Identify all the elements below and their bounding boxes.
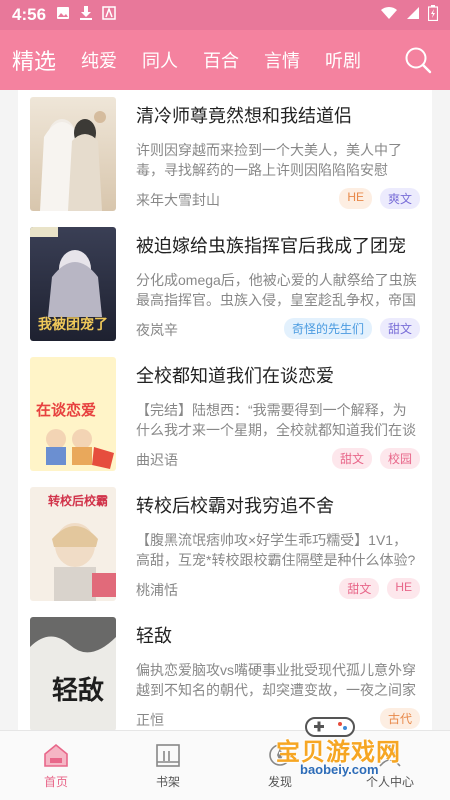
cover-text: 转校后校霸	[48, 493, 108, 508]
watermark: 宝贝游戏网 baobeiy.com	[270, 717, 420, 788]
search-icon[interactable]	[404, 46, 432, 74]
book-item[interactable]: 我被团宠了 被迫嫁给虫族指挥官后我成了团宠 分化成omega后，他被心爱的人献祭…	[18, 220, 432, 350]
tab-bl[interactable]: 纯爱	[81, 47, 117, 73]
cover-text: 我被团宠了	[38, 316, 108, 333]
app-notification-icon	[102, 5, 116, 25]
tab-romance[interactable]: 言情	[264, 47, 300, 73]
book-tag: 爽文	[379, 188, 420, 209]
book-list: 清冷师尊竟然想和我结道侣 许则因穿越而来捡到一个大美人，美人中了毒，寻找解药的一…	[18, 90, 432, 730]
book-tag: 奇怪的先生们	[283, 318, 372, 339]
book-tag: 甜文	[339, 578, 380, 599]
category-tab-bar: 精选 纯爱 同人 百合 言情 听剧	[0, 30, 450, 90]
image-notification-icon	[56, 6, 70, 25]
wifi-icon	[380, 6, 398, 25]
status-time: 4:56	[12, 5, 47, 24]
book-description: 偏执恋爱脑攻vs嘴硬事业批受现代孤儿意外穿越到不知名的朝代，却突遭变故，一夜之间…	[136, 662, 416, 698]
book-tag: HE	[387, 578, 420, 599]
book-item[interactable]: 清冷师尊竟然想和我结道侣 许则因穿越而来捡到一个大美人，美人中了毒，寻找解药的一…	[18, 90, 432, 220]
tab-fanfic[interactable]: 同人	[142, 47, 178, 73]
nav-bookshelf[interactable]: 书架	[128, 741, 208, 790]
nav-home[interactable]: 首页	[16, 741, 96, 790]
book-title[interactable]: 转校后校霸对我穷追不舍	[136, 492, 334, 518]
book-cover[interactable]: 转校后校霸	[30, 487, 116, 601]
book-item[interactable]: 在谈恋爱 全校都知道我们在谈恋爱 【完结】陆想西：“我需要得到一个解释，为什么我…	[18, 350, 432, 480]
cover-text: 轻敌	[52, 676, 104, 706]
book-tag: 甜文	[379, 318, 420, 339]
book-item[interactable]: 转校后校霸 转校后校霸对我穷追不舍 【腹黑流氓痞帅攻×好学生乖巧糯受】1V1，高…	[18, 480, 432, 610]
bookshelf-icon	[154, 741, 182, 769]
book-title[interactable]: 清冷师尊竟然想和我结道侣	[136, 102, 352, 128]
tab-gl[interactable]: 百合	[203, 47, 239, 73]
book-title[interactable]: 全校都知道我们在谈恋爱	[136, 362, 334, 388]
book-description: 【腹黑流氓痞帅攻×好学生乖巧糯受】1V1，高甜，互宠*转校跟校霸住隔壁是种什么体…	[136, 532, 416, 568]
book-cover[interactable]: 轻敌	[30, 617, 116, 730]
battery-icon	[427, 4, 439, 26]
book-cover[interactable]: 在谈恋爱	[30, 357, 116, 471]
book-tag: 甜文	[331, 448, 372, 469]
download-icon	[79, 5, 93, 26]
book-author: 桃浦恬	[136, 582, 178, 598]
book-cover[interactable]	[30, 97, 116, 211]
book-author: 夜岚辛	[136, 322, 178, 338]
book-author: 正恒	[136, 712, 164, 728]
book-description: 分化成omega后，他被心爱的人献祭给了虫族最高指挥官。虫族入侵，皇室趁乱争权，…	[136, 272, 417, 308]
book-tag: HE	[339, 188, 372, 209]
book-author: 曲迟语	[136, 452, 178, 468]
book-author: 来年大雪封山	[136, 192, 220, 208]
signal-icon	[406, 6, 420, 25]
home-icon	[42, 741, 70, 769]
book-title[interactable]: 被迫嫁给虫族指挥官后我成了团宠	[136, 232, 406, 258]
book-description: 许则因穿越而来捡到一个大美人，美人中了毒，寻找解药的一路上许则因陷陷陷安慰	[136, 142, 402, 178]
watermark-url: baobeiy.com	[300, 762, 379, 777]
tab-featured[interactable]: 精选	[12, 44, 56, 76]
tab-audio-drama[interactable]: 听剧	[325, 47, 361, 73]
book-tag: 古代	[379, 708, 420, 729]
book-tag: 校园	[379, 448, 420, 469]
nav-home-label: 首页	[43, 775, 68, 789]
status-bar: 4:56	[0, 0, 450, 30]
cover-text: 在谈恋爱	[36, 401, 96, 419]
book-description: 【完结】陆想西：“我需要得到一个解释，为什么我才来一个星期，全校就都知道我们在谈…	[136, 402, 416, 438]
nav-bookshelf-label: 书架	[155, 775, 180, 789]
book-cover[interactable]: 我被团宠了	[30, 227, 116, 341]
book-title[interactable]: 轻敌	[136, 622, 172, 648]
book-item[interactable]: 轻敌 轻敌 偏执恋爱脑攻vs嘴硬事业批受现代孤儿意外穿越到不知名的朝代，却突遭变…	[18, 610, 432, 730]
